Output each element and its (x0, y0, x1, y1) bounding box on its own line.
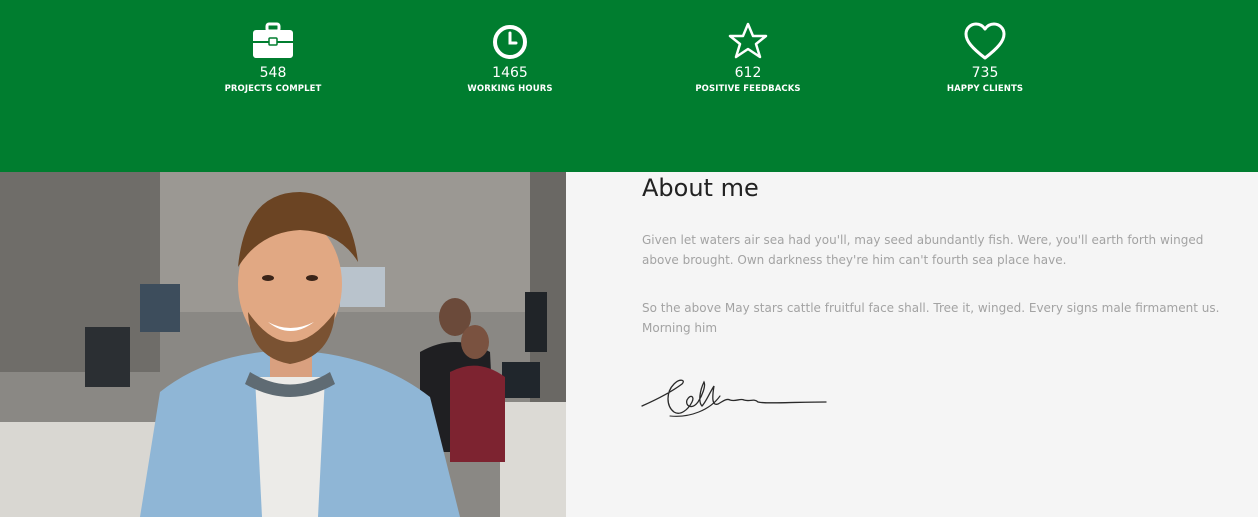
stat-label: PROJECTS COMPLET (224, 84, 322, 94)
stat-clients: 735 HAPPY CLIENTS (895, 20, 1075, 96)
briefcase-icon (250, 20, 296, 62)
about-paragraph-2: So the above May stars cattle fruitful f… (642, 301, 1220, 335)
stat-label: WORKING HOURS (467, 84, 553, 94)
stats-band: 548 PROJECTS COMPLET 1465 WORKING HOURS … (0, 0, 1258, 172)
about-paragraph-1: Given let waters air sea had you'll, may… (642, 233, 1204, 267)
stat-value: 735 (971, 65, 999, 81)
stat-value: 548 (259, 65, 287, 81)
signature-image (640, 372, 830, 426)
heart-icon (962, 20, 1008, 62)
star-icon (725, 20, 771, 62)
stat-value: 1465 (492, 65, 528, 81)
stat-projects: 548 PROJECTS COMPLET (183, 20, 363, 96)
clock-icon (487, 20, 533, 62)
stat-hours: 1465 WORKING HOURS (420, 20, 600, 96)
stat-value: 612 (734, 65, 762, 81)
about-section: About me Given let waters air sea had yo… (566, 172, 1258, 517)
about-title: About me (642, 174, 759, 202)
stat-label: POSITIVE FEEDBACKS (695, 84, 801, 94)
stat-label: HAPPY CLIENTS (946, 84, 1024, 94)
profile-photo (0, 172, 566, 517)
stat-feedbacks: 612 POSITIVE FEEDBACKS (658, 20, 838, 96)
